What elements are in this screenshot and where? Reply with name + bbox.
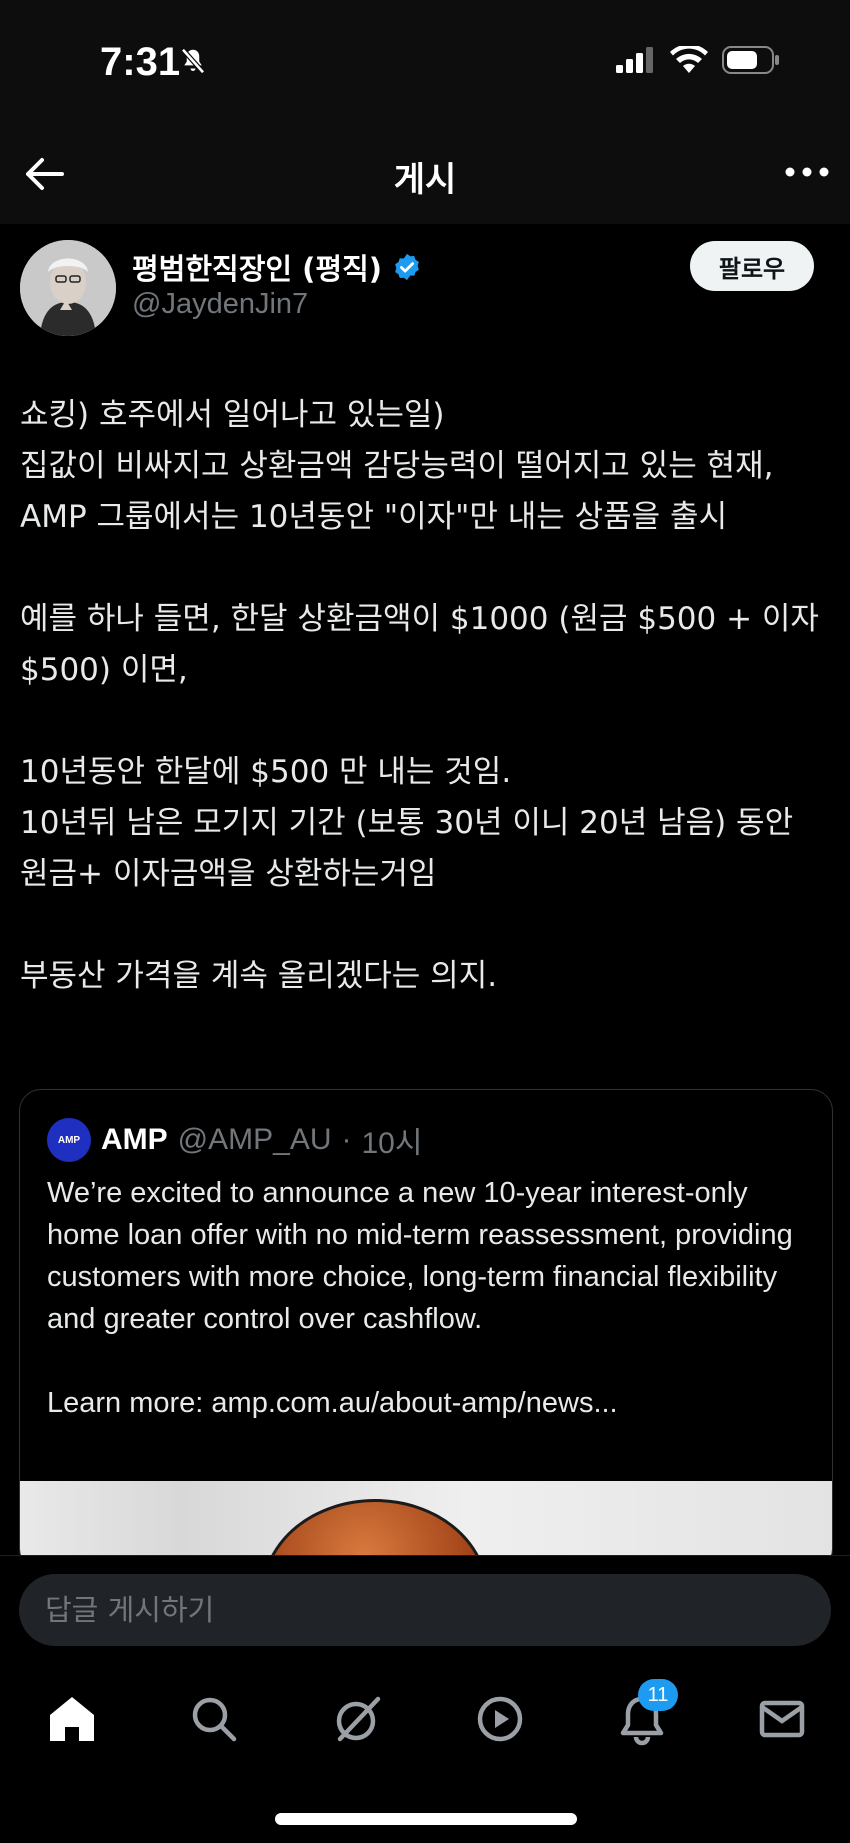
status-time: 7:31 [100,40,181,84]
quoted-post-card[interactable]: AMP AMP @AMP_AU · 10시 We’re excited to a… [19,1089,833,1571]
quoted-author-name[interactable]: AMP [101,1123,168,1157]
post-line: AMP 그룹에서는 10년동안 "이자"만 내는 상품을 출시 [20,499,728,535]
author-handle[interactable]: @JaydenJin7 [132,288,308,321]
home-indicator[interactable] [275,1813,577,1825]
wifi-icon [670,46,708,73]
quoted-post-text: We’re excited to announce a new 10-year … [47,1172,807,1424]
grok-icon[interactable] [328,1691,384,1747]
quoted-author-avatar[interactable]: AMP [47,1118,91,1162]
reply-input[interactable]: 답글 게시하기 [19,1574,831,1646]
post-line: 10년뒤 남은 모기지 기간 (보통 30년 이니 20년 남음) 동안 원금+… [20,805,794,892]
post-body: 쇼킹) 호주에서 일어나고 있는일) 집값이 비싸지고 상환금액 감당능력이 떨… [20,390,820,1002]
post-line: 10년동안 한달에 $500 만 내는 것임. [20,754,512,790]
verified-badge-icon [395,253,419,281]
post-line: 부동산 가격을 계속 올리겠다는 의지. [20,958,498,994]
search-icon[interactable] [186,1691,242,1747]
status-bar: 7:31 [0,0,850,120]
author-avatar[interactable] [20,240,116,336]
top-header: 게시 [0,120,850,224]
notification-count-badge: 11 [638,1679,678,1711]
post-line: 쇼킹) 호주에서 일어나고 있는일) [20,397,445,433]
page-title: 게시 [393,160,457,200]
author-name-row[interactable]: 평범한직장인 (평직) [132,246,422,288]
separator-dot: · [341,1123,352,1156]
quoted-author-handle[interactable]: @AMP_AU [178,1123,332,1157]
mail-icon[interactable] [754,1691,810,1747]
cellular-signal-icon [616,47,653,73]
battery-icon [722,46,779,74]
reply-bar: 답글 게시하기 [0,1555,850,1656]
avatar-portrait [20,240,116,336]
follow-button[interactable]: 팔로우 [690,241,814,291]
quoted-link-line[interactable]: Learn more: amp.com.au/about-amp/news... [47,1382,807,1424]
more-options-icon[interactable] [784,160,830,184]
quoted-post-header: AMP AMP @AMP_AU · 10시 [47,1118,422,1162]
post-line: 집값이 비싸지고 상환금액 감당능력이 떨어지고 있는 현재, [20,448,774,484]
post-line: 예를 하나 들면, 한달 상환금액이 $1000 (원금 $500 + 이자 $… [20,601,819,688]
bell-off-icon [181,48,205,74]
author-name[interactable]: 평범한직장인 (평직) [132,246,382,288]
home-icon[interactable] [44,1691,100,1747]
notifications-tab[interactable]: 11 [614,1679,678,1747]
quoted-text-paragraph: We’re excited to announce a new 10-year … [47,1177,793,1335]
video-icon[interactable] [472,1691,528,1747]
quoted-post-time: 10시 [361,1127,423,1160]
